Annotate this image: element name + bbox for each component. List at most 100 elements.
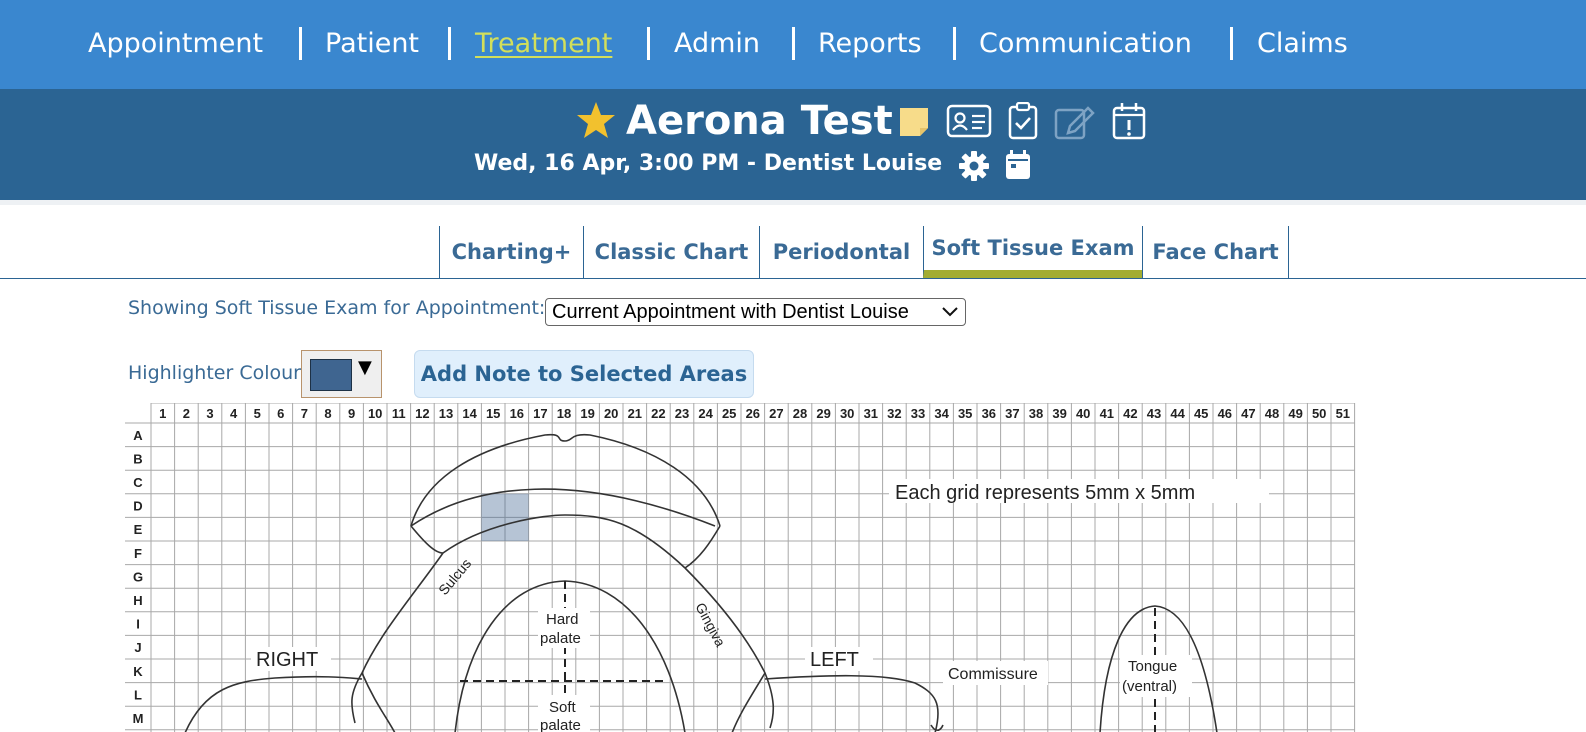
grid-column-header: 43: [1147, 406, 1161, 421]
grid-column-header: 17: [533, 406, 547, 421]
commissure-label: Commissure: [948, 666, 1038, 683]
grid-column-header: 24: [698, 406, 713, 421]
nav-separator: [647, 27, 650, 60]
clipboard-check-icon[interactable]: [1007, 102, 1039, 140]
nav-separator: [953, 27, 956, 60]
nav-claims[interactable]: Claims: [1257, 27, 1348, 61]
tab-charting-plus[interactable]: Charting+: [439, 226, 583, 278]
grid-row-header: D: [133, 499, 142, 514]
grid-column-header: 2: [183, 406, 190, 421]
highlighted-cell[interactable]: [481, 517, 505, 541]
calendar-alert-icon[interactable]: [1112, 102, 1146, 140]
grid-column-header: 41: [1100, 406, 1114, 421]
grid-column-header: 47: [1241, 406, 1255, 421]
grid-column-header: 11: [392, 406, 406, 421]
grid-row-header: B: [133, 451, 142, 466]
lip-corner-left: [410, 525, 444, 554]
nav-treatment[interactable]: Treatment: [475, 27, 612, 61]
lip-corner-right: [684, 525, 721, 569]
tongue-label-1: Tongue: [1128, 658, 1177, 675]
grid-column-header: 39: [1052, 406, 1066, 421]
soft-palate-label-1: Soft: [549, 699, 577, 716]
nav-separator: [1230, 27, 1233, 60]
nav-admin[interactable]: Admin: [674, 27, 760, 61]
grid-row-header: L: [134, 687, 142, 702]
grid-column-header: 30: [840, 406, 854, 421]
dropdown-arrow-icon: ▼: [358, 357, 372, 378]
contact-card-icon[interactable]: [946, 102, 992, 140]
grid-column-header: 10: [368, 406, 382, 421]
grid-row-headers: ABCDEFGHIJKLM: [133, 428, 144, 726]
grid-column-header: 14: [462, 406, 477, 421]
chart-tabs: Charting+ Classic Chart Periodontal Soft…: [0, 226, 1586, 279]
nav-separator: [299, 27, 302, 60]
nav-appointment[interactable]: Appointment: [88, 27, 263, 61]
nav-communication[interactable]: Communication: [979, 27, 1192, 61]
grid-column-header: 35: [958, 406, 972, 421]
grid-column-header: 7: [301, 406, 308, 421]
sulcus-label: Sulcus: [435, 555, 474, 597]
grid-column-header: 42: [1123, 406, 1137, 421]
grid-column-header: 48: [1265, 406, 1279, 421]
add-note-button[interactable]: Add Note to Selected Areas: [414, 350, 754, 398]
grid-column-header: 45: [1194, 406, 1208, 421]
grid-column-header: 28: [793, 406, 807, 421]
left-cheek-outline: [764, 674, 939, 732]
grid-column-header: 12: [415, 406, 429, 421]
grid-column-header: 20: [604, 406, 618, 421]
highlighter-colour-picker[interactable]: ▼: [301, 350, 382, 398]
nav-separator: [448, 27, 451, 60]
tongue-label-2: (ventral): [1122, 678, 1177, 695]
tab-classic-chart[interactable]: Classic Chart: [583, 226, 759, 278]
highlighted-cell[interactable]: [481, 493, 505, 518]
grid-column-header: 33: [911, 406, 925, 421]
grid-column-header: 15: [486, 406, 500, 421]
grid-column-header: 5: [254, 406, 261, 421]
gear-icon[interactable]: [958, 150, 990, 182]
sticky-note-icon[interactable]: [898, 102, 932, 140]
grid-row-header: K: [133, 664, 143, 679]
right-label: RIGHT: [256, 649, 318, 671]
grid-column-header: 32: [887, 406, 901, 421]
soft-tissue-chart[interactable]: 1 2 3 4 5 6 7 8 9 10 11 12 13 14 15 16 17 18 19 20 21 22 23 24 2…: [125, 403, 1375, 732]
grid-row-header: G: [133, 569, 143, 584]
grid-column-headers: 1 2 3 4 5 6 7 8 9 10 11 12 13 14 15 16 17 18 19 20 21 22 23 24 2…: [159, 406, 1350, 421]
nav-patient[interactable]: Patient: [325, 27, 419, 61]
left-inner-gingiva: [361, 672, 396, 732]
highlighter-colour-swatch: [310, 359, 352, 391]
grid-column-header: 16: [510, 406, 524, 421]
highlighter-colour-label: Highlighter Colour: [128, 362, 301, 384]
grid-column-header: 34: [934, 406, 949, 421]
calendar-icon[interactable]: [1005, 150, 1031, 180]
grid-column-header: 31: [864, 406, 878, 421]
edit-icon[interactable]: [1054, 102, 1096, 140]
chevron-down-icon: [942, 307, 958, 317]
grid-column-header: 27: [769, 406, 783, 421]
appointment-select-label: Showing Soft Tissue Exam for Appointment…: [128, 297, 546, 319]
appointment-select[interactable]: Current Appointment with Dentist Louise: [545, 298, 966, 326]
left-label: LEFT: [810, 649, 859, 671]
header-divider: [0, 200, 1586, 226]
highlighted-cell[interactable]: [505, 493, 529, 518]
grid-row-header: J: [134, 640, 141, 655]
appointment-select-value: Current Appointment with Dentist Louise: [552, 300, 909, 323]
star-icon[interactable]: [576, 100, 616, 140]
grid-column-header: 37: [1005, 406, 1019, 421]
tab-face-chart[interactable]: Face Chart: [1142, 226, 1289, 278]
grid-column-header: 49: [1288, 406, 1302, 421]
grid-row-header: H: [133, 593, 142, 608]
grid-column-header: 19: [580, 406, 594, 421]
grid-column-header: 23: [675, 406, 689, 421]
tab-soft-tissue-exam[interactable]: Soft Tissue Exam: [923, 226, 1142, 278]
grid-row-header: I: [136, 617, 140, 632]
grid-column-header: 46: [1218, 406, 1232, 421]
right-inner-gingiva: [731, 672, 766, 732]
grid-column-header: 8: [324, 406, 331, 421]
grid-column-header: 50: [1312, 406, 1326, 421]
nav-reports[interactable]: Reports: [818, 27, 922, 61]
scale-note: Each grid represents 5mm x 5mm: [895, 482, 1195, 504]
tab-periodontal[interactable]: Periodontal: [759, 226, 923, 278]
hard-palate-label-1: Hard: [546, 611, 579, 628]
grid-row-header: E: [134, 522, 143, 537]
grid-column-header: 22: [651, 406, 665, 421]
